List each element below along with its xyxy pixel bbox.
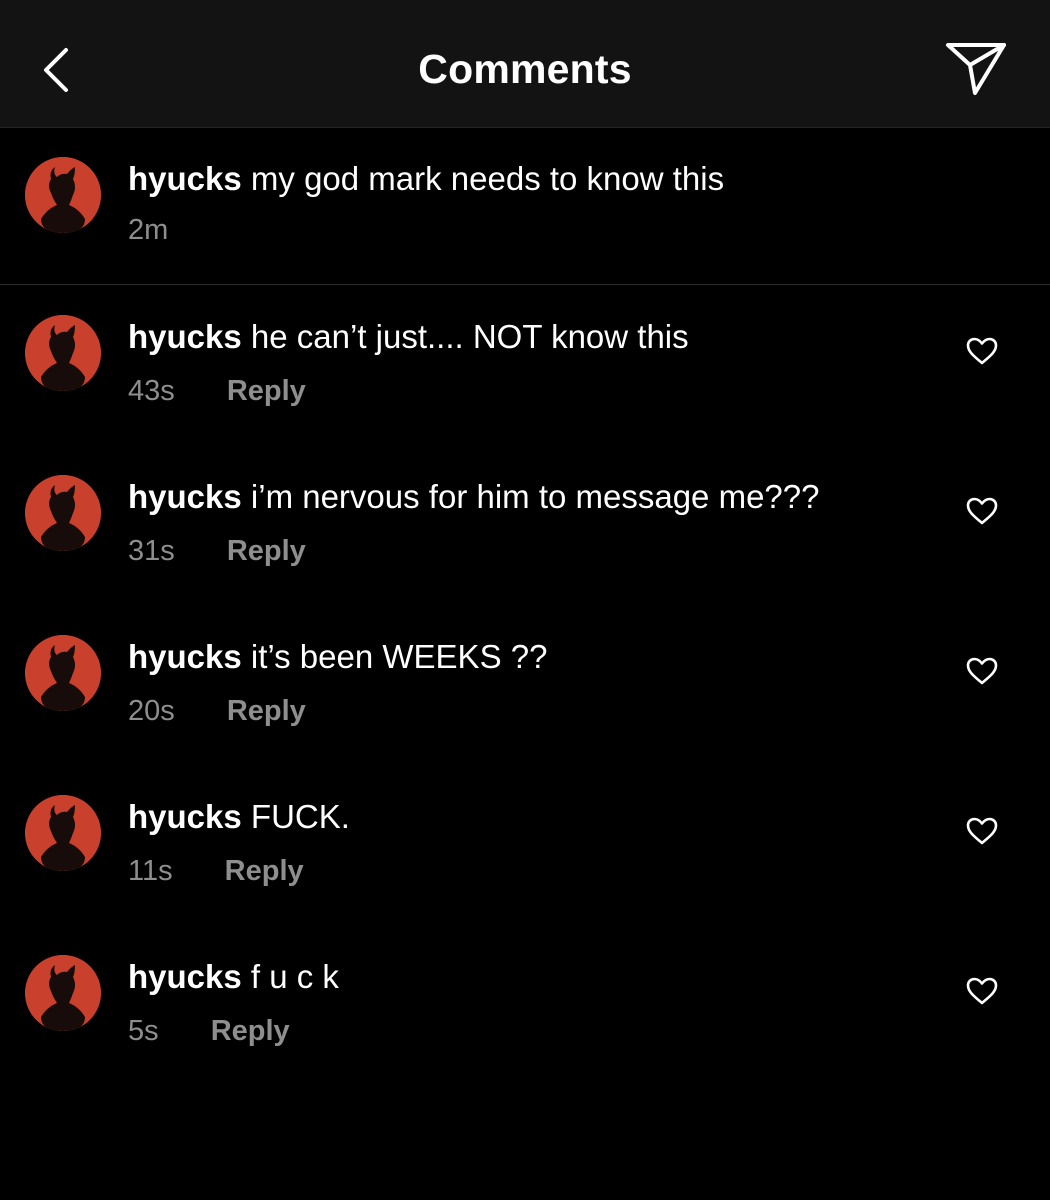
page-title: Comments [418,46,632,92]
timestamp: 5s [128,1015,159,1047]
comment-meta: 43s Reply [128,375,306,408]
username-link[interactable]: hyucks [128,958,242,995]
timestamp: 20s [128,695,175,727]
heart-icon [965,976,999,1011]
reply-button[interactable]: Reply [211,1015,290,1047]
username-link[interactable]: hyucks [128,798,242,835]
comment-text: hyucks i’m nervous for him to message me… [128,478,819,516]
reply-button[interactable]: Reply [227,695,306,727]
comment-meta: 11s Reply [128,855,304,888]
avatar[interactable] [25,157,101,233]
comment-body: it’s been WEEKS ?? [250,638,548,675]
comment-meta: 31s Reply [128,535,306,568]
comment-body: f u c k [250,958,339,995]
comment-body: my god mark needs to know this [250,160,725,197]
caption-text: hyucks my god mark needs to know this [128,160,724,198]
comments-screen: Comments hyucks my god mark needs to kno… [0,0,1050,1200]
comment-row: hyucks i’m nervous for him to message me… [0,450,1050,610]
avatar[interactable] [25,315,101,391]
reply-button[interactable]: Reply [227,375,306,407]
comment-body: he can’t just.... NOT know this [250,318,689,355]
comment-text: hyucks f u c k [128,958,339,996]
comment-row: hyucks he can’t just.... NOT know this 4… [0,290,1050,450]
avatar[interactable] [25,795,101,871]
like-button[interactable] [962,813,1002,853]
reply-button[interactable]: Reply [225,855,304,887]
comment-row: hyucks FUCK. 11s Reply [0,770,1050,930]
like-button[interactable] [962,973,1002,1013]
timestamp: 2m [128,214,169,246]
comment-meta: 2m [128,214,168,247]
comment-body: i’m nervous for him to message me??? [250,478,820,515]
comment-meta: 5s Reply [128,1015,290,1048]
reply-button[interactable]: Reply [227,535,306,567]
like-button[interactable] [962,653,1002,693]
heart-icon [965,816,999,851]
username-link[interactable]: hyucks [128,478,242,515]
comment-row: hyucks f u c k 5s Reply [0,930,1050,1090]
heart-icon [965,336,999,371]
avatar[interactable] [25,475,101,551]
comment-text: hyucks he can’t just.... NOT know this [128,318,689,356]
share-button[interactable] [940,38,1012,102]
comment-text: hyucks FUCK. [128,798,350,836]
paper-plane-icon [944,39,1008,102]
comment-body: FUCK. [250,798,350,835]
username-link[interactable]: hyucks [128,318,242,355]
caption-comment: hyucks my god mark needs to know this 2m [0,128,1050,285]
like-button[interactable] [962,333,1002,373]
comment-text: hyucks it’s been WEEKS ?? [128,638,547,676]
avatar[interactable] [25,635,101,711]
like-button[interactable] [962,493,1002,533]
username-link[interactable]: hyucks [128,638,242,675]
heart-icon [965,656,999,691]
timestamp: 11s [128,855,173,887]
heart-icon [965,496,999,531]
timestamp: 43s [128,375,175,407]
comment-meta: 20s Reply [128,695,306,728]
comment-row: hyucks it’s been WEEKS ?? 20s Reply [0,610,1050,770]
timestamp: 31s [128,535,175,567]
username-link[interactable]: hyucks [128,160,242,197]
header-bar: Comments [0,0,1050,128]
avatar[interactable] [25,955,101,1031]
